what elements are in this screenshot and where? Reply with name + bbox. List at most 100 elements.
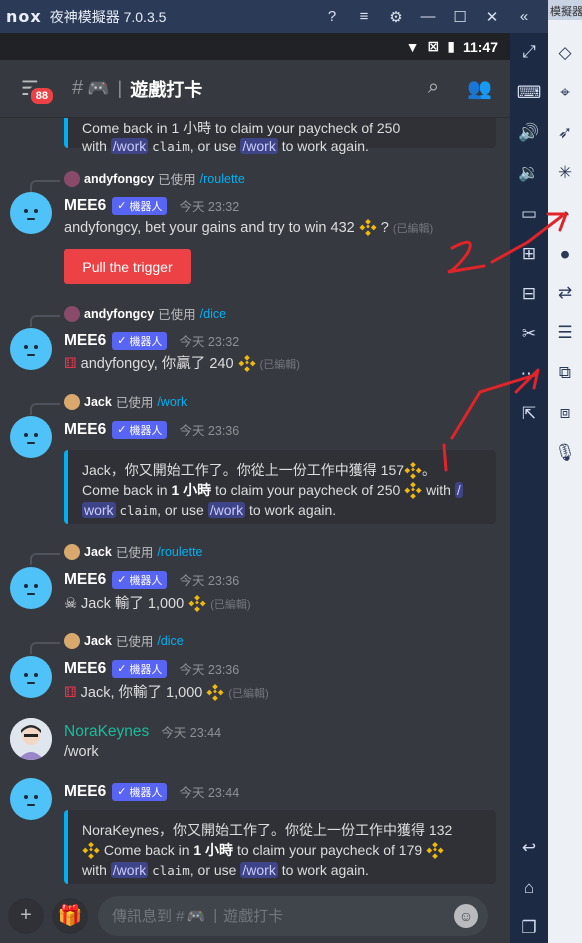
author-name[interactable]: MEE6: [64, 783, 106, 801]
gift-button[interactable]: 🎁: [52, 897, 88, 934]
virtual-keys-icon[interactable]: ⊟: [510, 279, 548, 309]
work-command-link[interactable]: /work: [110, 138, 149, 154]
external-icon[interactable]: ⇱: [510, 399, 548, 429]
mic-icon[interactable]: 🎙: [548, 438, 582, 468]
reply-username: andyfongcy: [84, 306, 155, 321]
hamburger-menu-button[interactable]: ☰ 88: [10, 69, 56, 109]
menu-icon[interactable]: ≡: [354, 8, 374, 25]
apk-icon[interactable]: ⊞: [510, 239, 548, 269]
message-content: ⚅ andyfongcy, 你贏了 240 (已編輯): [64, 354, 300, 372]
volume-down-icon[interactable]: 🔉: [510, 158, 548, 188]
avatar[interactable]: [10, 656, 52, 698]
rec-icon[interactable]: ⧉: [548, 358, 582, 388]
avatar[interactable]: [10, 567, 52, 609]
location-icon[interactable]: ⌖: [548, 78, 582, 108]
bot-badge: ✓ 機器人: [112, 570, 168, 589]
wifi-icon: ▼: [405, 38, 420, 55]
coin-icon: [404, 481, 422, 499]
add-attachment-button[interactable]: +: [8, 897, 44, 934]
pull-trigger-button[interactable]: Pull the trigger: [64, 249, 191, 284]
record-alt-icon[interactable]: ⏺: [548, 240, 582, 270]
sync-icon[interactable]: ⇄: [548, 278, 582, 308]
command-reply[interactable]: Jack 已使用 /work: [64, 392, 187, 411]
reply-command: /roulette: [199, 171, 245, 186]
timestamp: 今天 23:36: [179, 574, 240, 588]
loading-icon[interactable]: ✳: [548, 158, 582, 188]
user-avatar-image: [10, 718, 52, 760]
channel-hash-icon: #: [72, 77, 84, 99]
coin-icon: [404, 461, 422, 479]
recents-icon[interactable]: ❐: [510, 913, 548, 943]
back-icon[interactable]: ↩: [510, 833, 548, 863]
work-command-link[interactable]: /work: [240, 862, 278, 878]
timestamp: 今天 23:36: [179, 663, 240, 677]
work-command-link[interactable]: work: [82, 502, 116, 518]
command-reply[interactable]: Jack 已使用 /dice: [64, 631, 184, 650]
work-command-link[interactable]: /work: [110, 862, 149, 878]
diamond-icon[interactable]: ◇: [548, 38, 582, 68]
command-reply[interactable]: andyfongcy 已使用 /roulette: [64, 169, 245, 188]
timestamp: 今天 23:44: [179, 786, 240, 800]
close-icon[interactable]: ✕: [482, 8, 502, 26]
avatar[interactable]: [10, 416, 52, 458]
help-icon[interactable]: ?: [322, 8, 342, 25]
reply-used-label: 已使用: [158, 308, 196, 322]
message-content: /work: [64, 744, 99, 760]
menu-icon[interactable]: ☰: [548, 318, 582, 348]
channel-separator: |: [117, 78, 123, 98]
message-content: andyfongcy, bet your gains and try to wi…: [64, 218, 434, 236]
reply-command: /roulette: [157, 544, 203, 559]
channel-title[interactable]: 遊戲打卡: [130, 76, 202, 102]
screenshot-icon[interactable]: ▭: [510, 199, 548, 229]
author-name[interactable]: MEE6: [64, 197, 106, 215]
message-content: ⚅ Jack, 你輸了 1,000 (已編輯): [64, 683, 269, 701]
message-list[interactable]: Come back in 1 小時 to claim your paycheck…: [0, 118, 510, 888]
fullscreen-icon[interactable]: ⤢: [510, 37, 548, 67]
reply-connector: [30, 403, 60, 415]
more-icon[interactable]: ⋯: [510, 359, 548, 389]
collapse-sidebar-icon[interactable]: «: [514, 8, 534, 25]
avatar[interactable]: [10, 328, 52, 370]
message-header: MEE6 ✓ 機器人 今天 23:36: [64, 659, 239, 678]
command-reply[interactable]: andyfongcy 已使用 /dice: [64, 304, 226, 323]
members-icon[interactable]: 👥: [467, 76, 492, 101]
second-window-title: 模擬器: [548, 0, 582, 20]
android-status-bar: ▼ ⊠ ▮ 11:47: [0, 33, 510, 60]
bot-badge: ✓ 機器人: [112, 659, 168, 678]
avatar[interactable]: [10, 192, 52, 234]
author-name[interactable]: MEE6: [64, 571, 106, 589]
message-header: MEE6 ✓ 機器人 今天 23:32: [64, 331, 239, 350]
message-input[interactable]: 傳訊息到 # 🎮 | 遊戲打卡 ☺: [98, 895, 488, 936]
message-content: ☠ Jack 輸了 1,000 (已編輯): [64, 594, 251, 612]
scissors-icon[interactable]: ✂: [510, 319, 548, 349]
search-icon[interactable]: ⌕: [428, 76, 439, 101]
author-name[interactable]: MEE6: [64, 332, 106, 350]
author-name[interactable]: MEE6: [64, 421, 106, 439]
avatar[interactable]: [10, 718, 52, 760]
keyboard-icon[interactable]: ⌨: [510, 78, 548, 108]
coin-icon: [426, 841, 444, 859]
work-command-link[interactable]: /: [454, 482, 463, 498]
avatar[interactable]: [10, 778, 52, 820]
settings-icon[interactable]: ⚙: [386, 8, 406, 26]
minimize-icon[interactable]: —: [418, 8, 438, 25]
timestamp: 今天 23:32: [179, 200, 240, 214]
work-command-link[interactable]: /work: [240, 138, 278, 154]
volume-up-icon[interactable]: 🔊: [510, 118, 548, 148]
record-icon[interactable]: ◔: [548, 200, 582, 230]
timestamp: 今天 23:32: [179, 335, 240, 349]
rocket-icon[interactable]: ➶: [548, 118, 582, 148]
reply-used-label: 已使用: [115, 546, 154, 560]
embed-with: with: [82, 138, 107, 154]
coin-icon: [206, 683, 224, 701]
author-name[interactable]: MEE6: [64, 660, 106, 678]
maximize-icon[interactable]: ☐: [450, 8, 470, 26]
author-name[interactable]: NoraKeynes: [64, 723, 149, 741]
multi-window-icon[interactable]: ⧈: [548, 398, 582, 428]
emoji-picker-icon[interactable]: ☺: [454, 903, 478, 928]
command-reply[interactable]: Jack 已使用 /roulette: [64, 542, 203, 561]
message-header: MEE6 ✓ 機器人 今天 23:36: [64, 570, 239, 589]
emulator-toolbar-secondary: ◇ ⌖ ➶ ✳ ◔ ⏺ ⇄ ☰ ⧉ ⧈ 🎙: [548, 20, 582, 943]
work-command-link[interactable]: /work: [207, 502, 246, 518]
home-icon[interactable]: ⌂: [510, 873, 548, 903]
